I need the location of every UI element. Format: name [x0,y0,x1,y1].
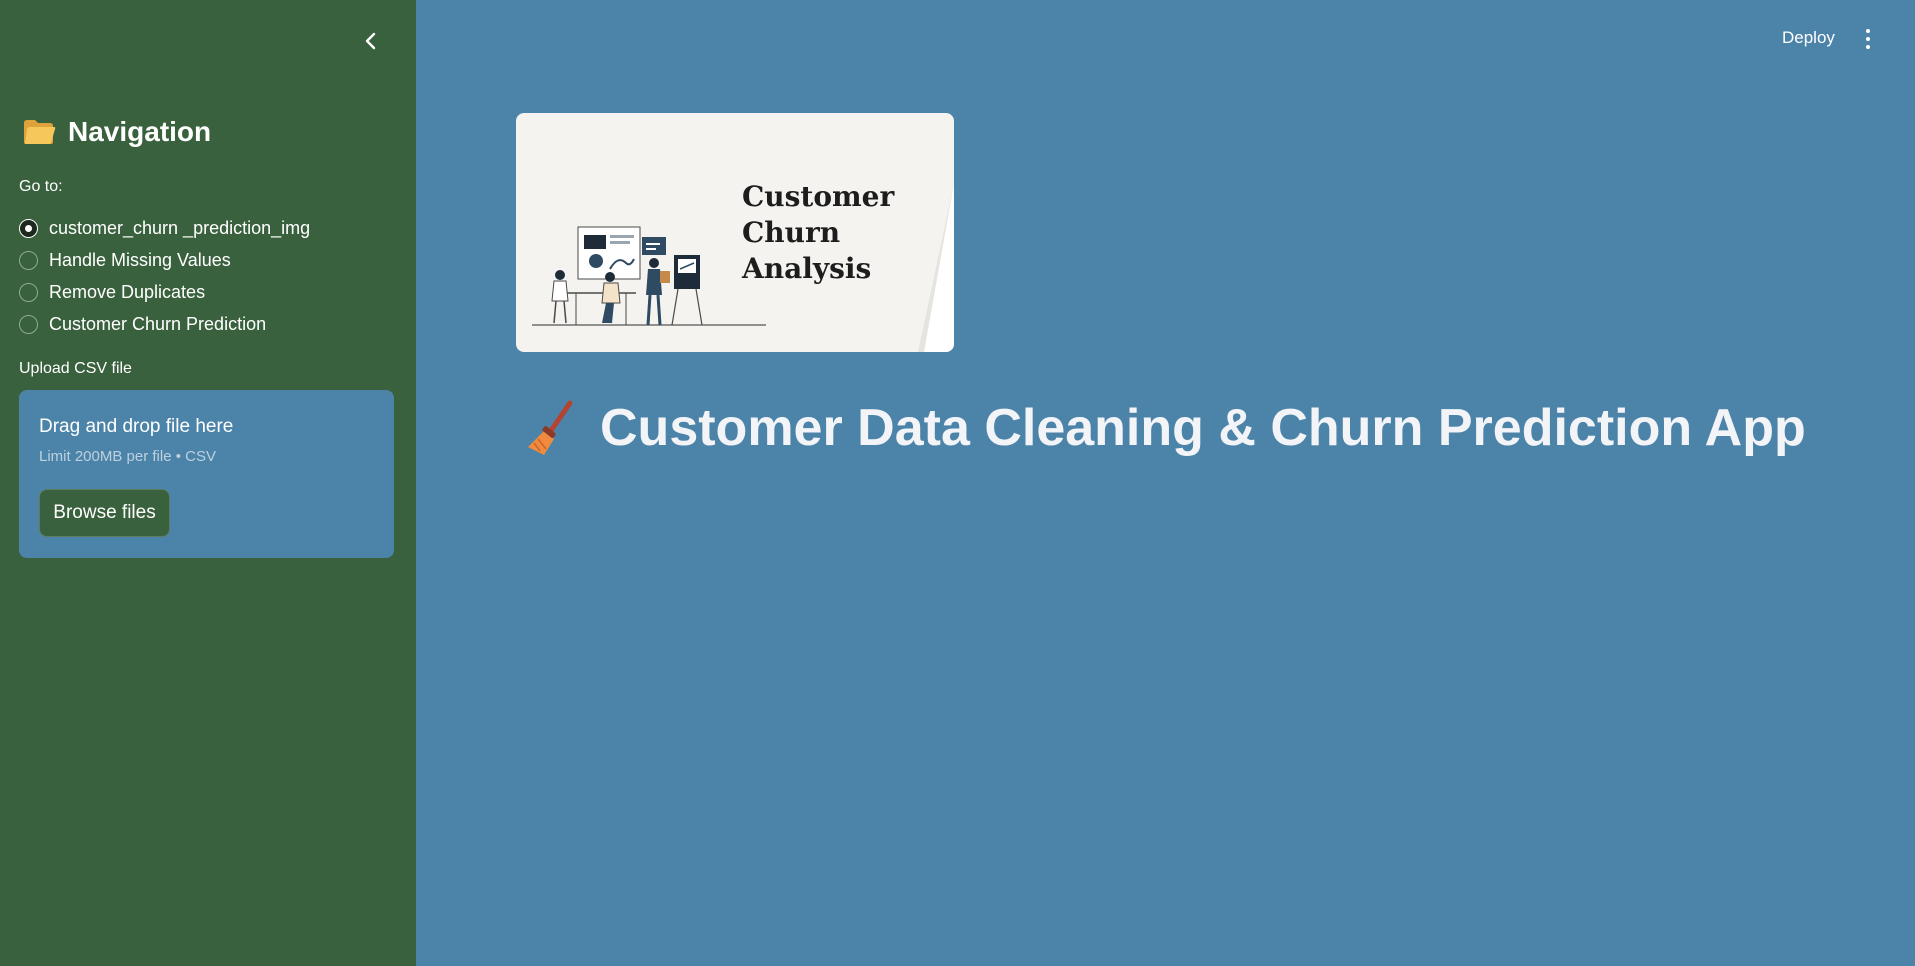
banner-title: Customer Churn Analysis [742,179,942,287]
banner-title-line: Customer [742,180,895,213]
sidebar: Navigation Go to: customer_churn _predic… [0,0,416,966]
chevron-left-icon [365,32,376,50]
radio-option-customer-churn-prediction[interactable]: Customer Churn Prediction [19,308,310,340]
radio-option-label: customer_churn _prediction_img [49,217,311,238]
file-uploader-label: Upload CSV file [19,360,132,377]
broom-icon [528,400,573,455]
page-title-text: Customer Data Cleaning & Churn Predictio… [600,399,1806,457]
menu-dot [1866,29,1870,33]
sidebar-heading-text: Navigation [68,116,212,147]
radio-button[interactable] [19,282,38,302]
folder-icon [24,120,56,144]
radio-option-label: Customer Churn Prediction [49,313,267,334]
menu-dot [1866,37,1870,41]
radio-button[interactable] [19,250,38,270]
collapse-sidebar-button[interactable] [358,28,384,54]
banner-image: Customer Churn Analysis [516,113,954,352]
radio-button[interactable] [19,314,38,334]
navigation-radio-group: customer_churn _prediction_img Handle Mi… [19,212,310,340]
radio-group-label: Go to: [19,178,63,195]
radio-option-label: Remove Duplicates [49,281,206,302]
menu-dot [1866,45,1870,49]
radio-option-remove-duplicates[interactable]: Remove Duplicates [19,276,310,308]
deploy-button[interactable]: Deploy [1782,28,1835,48]
radio-option-handle-missing-values[interactable]: Handle Missing Values [19,244,310,276]
radio-button-selected[interactable] [19,218,38,238]
radio-option-customer-churn-prediction-img[interactable]: customer_churn _prediction_img [19,212,310,244]
banner-title-line: Churn [742,216,841,249]
radio-option-label: Handle Missing Values [49,249,231,270]
page-title: Customer Data Cleaning & Churn Predictio… [526,398,1806,458]
dropzone-title: Drag and drop file here [39,416,234,437]
sidebar-heading: Navigation [22,116,211,148]
dropzone-limit-text: Limit 200MB per file • CSV [39,448,216,465]
office-illustration [532,226,766,326]
banner-title-line: Analysis [742,252,872,285]
browse-files-button[interactable]: Browse files [39,489,170,537]
file-dropzone[interactable]: Drag and drop file here Limit 200MB per … [19,390,394,558]
kebab-menu-icon[interactable] [1860,26,1876,52]
